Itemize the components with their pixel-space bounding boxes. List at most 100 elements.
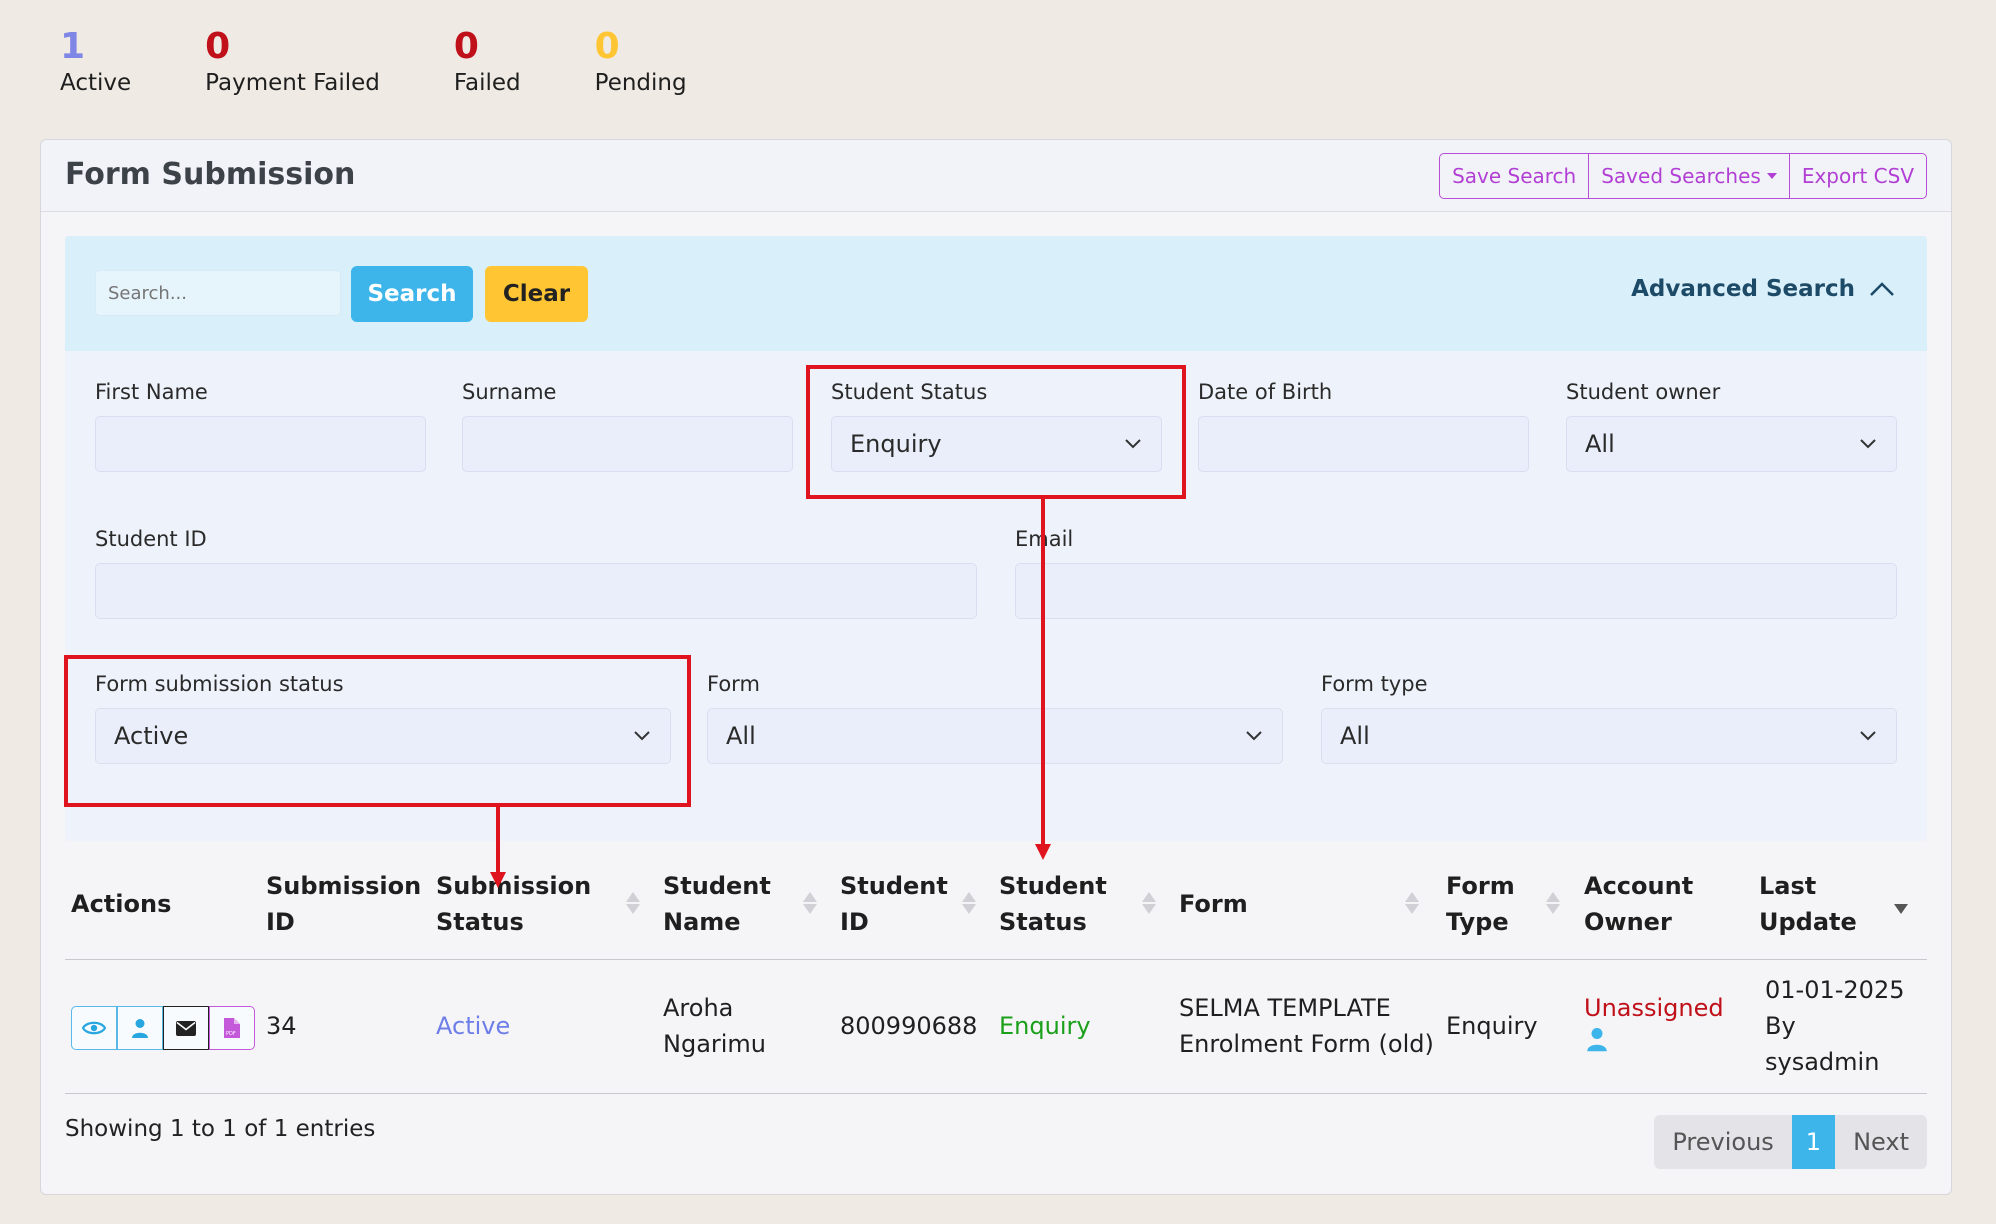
student-profile-button[interactable] xyxy=(117,1006,163,1050)
student-id-field: Student ID xyxy=(95,527,977,619)
stat-label: Active xyxy=(60,70,132,96)
saved-searches-dropdown[interactable]: Saved Searches xyxy=(1589,154,1790,198)
field-label: Email xyxy=(1015,527,1897,551)
arrow-line xyxy=(1041,497,1045,845)
select-value: All xyxy=(1340,722,1370,750)
table-info: Showing 1 to 1 of 1 entries xyxy=(65,1116,376,1142)
email-button[interactable] xyxy=(163,1006,209,1050)
previous-page-button[interactable]: Previous xyxy=(1654,1115,1792,1169)
student-owner-field: Student owner All xyxy=(1566,380,1897,472)
arrow-head-icon xyxy=(1035,844,1051,860)
col-label: Student xyxy=(840,872,948,900)
chevron-down-icon xyxy=(1860,731,1876,741)
surname-field: Surname xyxy=(462,380,793,472)
col-last-update[interactable]: Last Update xyxy=(1759,848,1927,960)
row-actions: PDF xyxy=(71,1006,255,1050)
search-bar: Search Clear Advanced Search xyxy=(65,236,1927,351)
cell-submission-status[interactable]: Active xyxy=(436,1008,510,1044)
assign-user-icon[interactable] xyxy=(1586,1026,1608,1052)
col-label: Name xyxy=(663,908,741,936)
stat-label: Failed xyxy=(453,70,521,96)
cell-form: SELMA TEMPLATE Enrolment Form (old) xyxy=(1179,990,1434,1062)
form-select[interactable]: All xyxy=(707,708,1283,764)
col-account-owner[interactable]: Account Owner xyxy=(1584,848,1693,960)
view-button[interactable] xyxy=(71,1006,117,1050)
stat-failed[interactable]: 0 Failed xyxy=(454,26,521,96)
field-label: Date of Birth xyxy=(1198,380,1333,404)
arrow-line xyxy=(496,805,500,873)
date-of-birth-input[interactable] xyxy=(1198,416,1529,472)
stat-value: 0 xyxy=(205,26,231,67)
col-label: Student xyxy=(663,872,771,900)
eye-icon xyxy=(82,1021,106,1035)
page-title: Form Submission xyxy=(65,157,356,192)
envelope-icon xyxy=(176,1020,196,1036)
col-label: Last xyxy=(1759,872,1817,900)
field-label: First Name xyxy=(95,380,208,404)
search-button[interactable]: Search xyxy=(351,266,473,322)
saved-searches-label: Saved Searches xyxy=(1601,164,1761,188)
pdf-button[interactable]: PDF xyxy=(209,1006,255,1050)
col-submission-id[interactable]: Submission ID xyxy=(266,848,421,960)
col-student-status[interactable]: Student Status xyxy=(999,848,1169,960)
cell-student-name[interactable]: Aroha Ngarimu xyxy=(663,990,766,1062)
caret-down-icon xyxy=(1766,173,1777,179)
cell-student-id: 800990688 xyxy=(840,1012,978,1040)
form-type-select[interactable]: All xyxy=(1321,708,1897,764)
advanced-search-toggle[interactable]: Advanced Search xyxy=(1631,276,1895,302)
submissions-table: Actions Submission ID Submission Status St… xyxy=(65,848,1927,1094)
col-form[interactable]: Form xyxy=(1179,848,1435,960)
select-value: All xyxy=(726,722,756,750)
col-label: Student xyxy=(999,872,1107,900)
last-update-user: sysadmin xyxy=(1765,1048,1880,1076)
col-student-id[interactable]: Student ID xyxy=(840,848,990,960)
page-button[interactable]: 1 xyxy=(1791,1115,1836,1169)
highlight-box-student-status xyxy=(806,365,1186,499)
form-type-field: Form type All xyxy=(1321,672,1897,764)
pdf-file-icon: PDF xyxy=(224,1018,240,1038)
advanced-search-label: Advanced Search xyxy=(1631,276,1855,302)
pagination: Previous 1 Next xyxy=(1654,1115,1927,1169)
account-owner-value: Unassigned xyxy=(1584,994,1724,1022)
export-csv-button[interactable]: Export CSV xyxy=(1790,154,1926,198)
user-icon xyxy=(132,1019,148,1038)
field-label: Surname xyxy=(462,380,557,404)
stat-active[interactable]: 1 Active xyxy=(60,26,131,96)
student-owner-select[interactable]: All xyxy=(1566,416,1897,472)
field-label: Student ID xyxy=(95,527,207,551)
surname-input[interactable] xyxy=(462,416,793,472)
save-search-button[interactable]: Save Search xyxy=(1440,154,1590,198)
col-actions: Actions xyxy=(71,890,172,918)
email-field: Email xyxy=(1015,527,1897,619)
clear-button[interactable]: Clear xyxy=(485,266,588,322)
next-page-button[interactable]: Next xyxy=(1835,1115,1927,1169)
table-header: Actions Submission ID Submission Status St… xyxy=(65,848,1927,960)
cell-student-status: Enquiry xyxy=(999,1012,1091,1040)
arrow-head-icon xyxy=(490,872,506,888)
col-label: Owner xyxy=(1584,908,1672,936)
col-label: Update xyxy=(1759,908,1857,936)
search-input[interactable] xyxy=(95,270,341,316)
sort-icon xyxy=(1546,892,1560,914)
col-student-name[interactable]: Student Name xyxy=(663,848,833,960)
col-label: Submission xyxy=(266,872,422,900)
form-name-line2: Enrolment Form (old) xyxy=(1179,1030,1434,1058)
col-submission-status[interactable]: Submission Status xyxy=(436,848,656,960)
cell-last-update: 01-01-2025 By sysadmin xyxy=(1765,972,1904,1080)
student-id-input[interactable] xyxy=(95,563,977,619)
stat-pending[interactable]: 0 Pending xyxy=(595,26,687,96)
sort-desc-icon xyxy=(1894,892,1908,914)
last-update-date: 01-01-2025 xyxy=(1765,976,1905,1004)
col-label: ID xyxy=(266,908,295,936)
stat-value: 1 xyxy=(60,26,86,67)
stat-value: 0 xyxy=(453,26,479,67)
col-form-type[interactable]: Form Type xyxy=(1446,848,1576,960)
stat-payment-failed[interactable]: 0 Payment Failed xyxy=(205,26,380,96)
col-label: Status xyxy=(999,908,1087,936)
sort-icon xyxy=(803,892,817,914)
cell-form-type: Enquiry xyxy=(1446,1012,1538,1040)
form-field: Form All xyxy=(707,672,1283,764)
email-input[interactable] xyxy=(1015,563,1897,619)
first-name-input[interactable] xyxy=(95,416,426,472)
student-first-name: Aroha xyxy=(663,994,734,1022)
